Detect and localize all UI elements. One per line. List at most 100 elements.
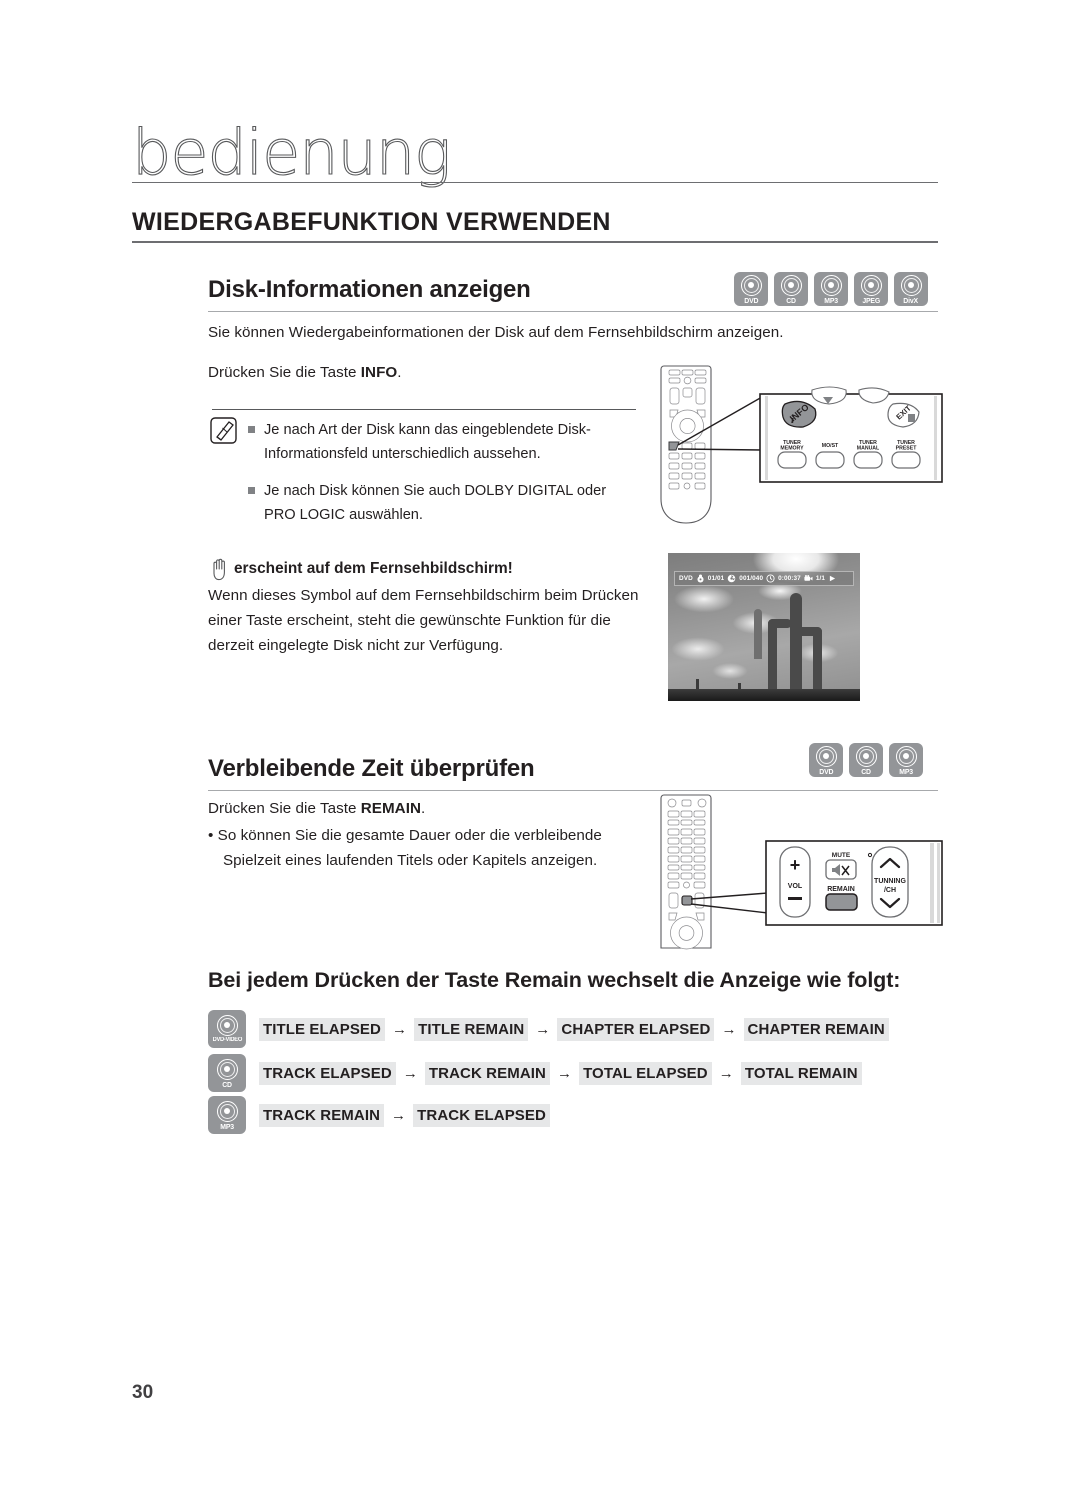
svg-text:MEMORY: MEMORY	[780, 446, 804, 452]
disc-icon	[815, 745, 837, 767]
disc-badge-mp3: MP3	[889, 743, 923, 777]
sequence-item: TOTAL REMAIN	[740, 1061, 862, 1085]
sequence-row: CD TRACK ELAPSED → TRACK REMAIN → TOTAL ELAPS…	[208, 1054, 862, 1092]
svg-text:+: +	[790, 855, 801, 875]
chapter-title: bedienung	[131, 116, 451, 189]
svg-text:TUNNING: TUNNING	[874, 878, 906, 885]
disk-info-instruction-key: INFO	[360, 364, 398, 381]
disc-icon	[216, 1014, 238, 1036]
disc-badge-row-disk-info: DVD CD MP3 JPEG DivX	[734, 272, 928, 306]
disk-info-instruction: Drücken Sie die Taste INFO.	[208, 360, 628, 385]
remaining-instruction-key: REMAIN	[360, 800, 421, 817]
disc-badge-cd: CD	[774, 272, 808, 306]
disc-icon	[900, 274, 922, 296]
cactus-arm-left-joint	[768, 619, 792, 628]
osd-status-bar: DVD 01/01 001/040 0:00:37 1/1	[674, 571, 854, 586]
disc-icon	[860, 274, 882, 296]
svg-text:VOL: VOL	[788, 883, 803, 890]
svg-text:MO/ST: MO/ST	[822, 443, 839, 449]
note-pen-icon	[210, 416, 240, 446]
disc-badge-label: DVD	[743, 295, 758, 305]
disc-badge-label: CD	[786, 295, 796, 305]
sequence-arrow-icon: →	[391, 1020, 408, 1038]
sequence-chain: TITLE ELAPSED → TITLE REMAIN → CHAPTER ELAPS…	[259, 1017, 889, 1041]
disk-info-instruction-prefix: Drücken Sie die Taste	[208, 364, 361, 381]
tv-screenshot: DVD 01/01 001/040 0:00:37 1/1	[668, 553, 860, 701]
section-heading-disk-info: Disk-Informationen anzeigen	[208, 276, 531, 303]
disc-icon	[855, 745, 877, 767]
sequence-item: TITLE REMAIN	[414, 1017, 529, 1041]
disc-icon	[780, 274, 802, 296]
hand-stop-icon	[210, 557, 230, 581]
sequence-arrow-icon: →	[556, 1064, 573, 1082]
note-item: Je nach Disk können Sie auch DOLBY DIGIT…	[248, 479, 638, 527]
sequence-arrow-icon: →	[718, 1064, 734, 1082]
note-divider	[212, 409, 636, 410]
disc-badge-dvd: DVD	[809, 743, 843, 777]
note-text: Je nach Art der Disk kann das eingeblend…	[264, 422, 591, 462]
chapter-divider	[132, 182, 938, 183]
disc-icon	[895, 745, 917, 767]
section-heading-remaining-time-divider	[208, 790, 938, 791]
sequence-chain: TRACK REMAIN → TRACK ELAPSED	[259, 1103, 550, 1127]
disc-badge-jpeg: JPEG	[854, 272, 888, 306]
disk-info-instruction-suffix: .	[397, 364, 402, 381]
remaining-instruction: Drücken Sie die Taste REMAIN.	[208, 796, 628, 821]
sequence-row: MP3 TRACK REMAIN → TRACK ELAPSED	[208, 1096, 550, 1134]
page-title-divider	[132, 241, 938, 243]
disc-badge-label: CD	[222, 1079, 232, 1089]
disc-badge-label: CD	[861, 766, 871, 776]
osd-angle-camera-icon	[804, 574, 813, 583]
sequence-arrow-icon: →	[535, 1020, 551, 1038]
svg-text:/CH: /CH	[884, 887, 896, 894]
sequence-item: TOTAL ELAPSED	[579, 1061, 712, 1085]
sequence-item: CHAPTER REMAIN	[743, 1017, 889, 1041]
sequence-item: TRACK ELAPSED	[259, 1061, 396, 1085]
disc-badge-label: MP3	[899, 766, 913, 776]
remaining-bullet-text: So können Sie die gesamte Dauer oder die…	[217, 827, 602, 869]
disc-badge-mp3: MP3	[208, 1096, 246, 1134]
svg-text:MANUAL: MANUAL	[857, 446, 880, 452]
cactus-arm-right-joint	[796, 627, 822, 636]
disc-icon	[820, 274, 842, 296]
disc-icon	[216, 1100, 238, 1122]
warning-title: erscheint auf dem Fernsehbildschirm!	[234, 560, 513, 577]
note-text: Je nach Disk können Sie auch DOLBY DIGIT…	[264, 483, 607, 523]
disc-badge-cd: CD	[849, 743, 883, 777]
page-number: 30	[132, 1382, 154, 1403]
cactus-arm-small	[754, 609, 762, 659]
remaining-bullet: • So können Sie die gesamte Dauer oder d…	[208, 827, 602, 869]
disc-badge-row-remaining-time: DVD CD MP3	[809, 743, 923, 777]
disc-badge-dvd: DVD	[734, 272, 768, 306]
tv-ground	[668, 689, 860, 701]
section-heading-disk-info-divider	[208, 311, 938, 312]
osd-title-icon	[696, 574, 705, 583]
remaining-instruction-prefix: Drücken Sie die Taste	[208, 800, 361, 817]
note-bullet-icon	[248, 426, 255, 433]
note-bullet-icon	[248, 487, 255, 494]
osd-angle-value: 1/1	[815, 575, 826, 582]
disc-badge-cd: CD	[208, 1054, 246, 1092]
disc-badge-label: DVD-VIDEO	[212, 1036, 242, 1043]
disc-badge-label: DVD	[818, 766, 833, 776]
remaining-instruction-suffix: .	[421, 800, 426, 817]
manual-page: bedienung WIEDERGABEFUNKTION VERWENDEN D…	[0, 0, 1080, 1492]
disc-icon	[216, 1058, 238, 1080]
sequence-arrow-icon: →	[391, 1106, 407, 1124]
svg-text:MUTE: MUTE	[832, 852, 851, 859]
sequence-row: DVD-VIDEO TITLE ELAPSED → TITLE REMAIN → CHAP…	[208, 1010, 889, 1048]
osd-chapter-value: 001/040	[739, 575, 764, 582]
sequence-item: TRACK ELAPSED	[413, 1103, 550, 1127]
disc-badge-label: DivX	[903, 295, 919, 305]
cactus-main-trunk	[790, 593, 802, 701]
osd-time-value: 0:00:37	[778, 575, 801, 582]
sequence-arrow-icon: →	[721, 1020, 737, 1038]
disc-badge-dvd-video: DVD-VIDEO	[208, 1010, 246, 1048]
page-title: WIEDERGABEFUNKTION VERWENDEN	[132, 208, 611, 236]
osd-play-icon	[828, 574, 837, 583]
disc-badge-mp3: MP3	[814, 272, 848, 306]
remote-illustration-info: INFO i EXIT TUNER MEMORY MO/ST TUNER MANUA…	[660, 364, 945, 534]
sequence-chain: TRACK ELAPSED → TRACK REMAIN → TOTAL ELAPSED…	[259, 1061, 862, 1085]
sequence-item: TRACK REMAIN	[424, 1061, 550, 1085]
sequence-arrow-icon: →	[402, 1064, 418, 1082]
